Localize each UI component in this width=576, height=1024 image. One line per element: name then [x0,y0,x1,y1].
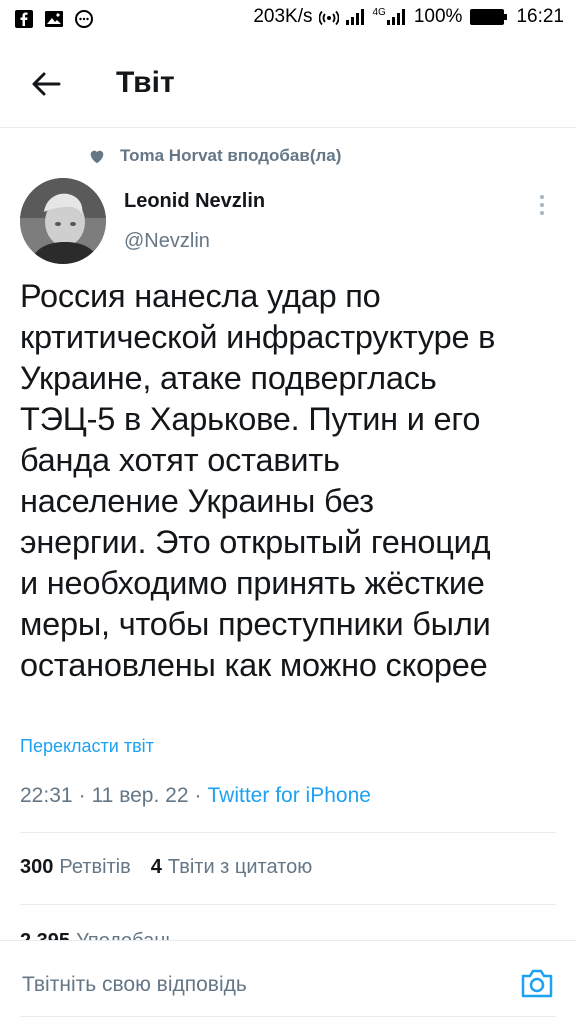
tweet-time: 22:31 [20,784,73,807]
status-bar: 203K/s 4G 100% 16:21 [0,0,576,40]
likes-label: Уподобань [76,930,176,940]
page-title: Твіт [116,66,175,99]
battery-icon [470,9,508,25]
more-dot-icon [540,211,544,215]
more-dot-icon [540,195,544,199]
notification-icons [14,9,94,29]
hotspot-icon [318,10,339,26]
top-app-bar: Твіт [0,40,576,128]
chat-icon [75,10,93,28]
tweet-meta: 22:31 · 11 вер. 22 · Twitter for iPhone [20,784,371,808]
clock: 16:21 [516,6,564,27]
network-speed: 203K/s [253,6,313,27]
likes-count: 2 395 [20,930,70,940]
reply-bar: Твітніть свою відповідь [0,940,576,1024]
reply-input[interactable]: Твітніть свою відповідь [22,973,247,997]
bottom-divider [20,1016,556,1017]
avatar-photo [20,178,106,264]
back-button[interactable] [28,66,64,102]
likes-stat[interactable]: 2 395 Уподобань [20,922,320,940]
retweets-count: 300 [20,856,54,878]
tweet-source-link[interactable]: Twitter for iPhone [208,784,371,808]
more-options-button[interactable] [530,192,554,218]
retweets-label: Ретвітів [59,856,131,878]
liked-by-text: Toma Horvat вподобав(ла) [120,146,342,165]
signal-icon [345,9,364,25]
arrow-left-icon [32,72,61,96]
meta-separator: · [194,784,202,807]
author-handle[interactable]: @Nevzlin [124,230,210,253]
signal-4g-icon: 4G [373,8,408,26]
image-icon [45,11,63,27]
battery-percent: 100% [413,6,463,27]
camera-icon [521,969,553,998]
engagement-stats: 300 Ретвітів 4 Твіти з цитатою [20,856,312,879]
avatar[interactable] [20,178,106,264]
retweets-stat[interactable]: 300 Ретвітів [20,856,131,879]
author-name[interactable]: Leonid Nevzlin [124,190,265,213]
camera-button[interactable] [520,967,554,999]
quotes-label: Твіти з цитатою [167,856,313,878]
divider [20,904,556,905]
quotes-stat[interactable]: 4 Твіти з цитатою [151,856,312,879]
tweet-text: Россия нанесла удар по кртитической инфр… [20,278,496,683]
system-status: 203K/s 4G 100% 16:21 [253,6,564,28]
translate-tweet-link[interactable]: Перекласти твіт [20,736,154,757]
tweet-date: 11 вер. 22 [91,784,189,807]
meta-separator: · [78,784,86,807]
heart-icon [90,150,104,164]
facebook-icon [15,10,33,28]
social-context[interactable]: Toma Horvat вподобав(ла) [88,146,341,166]
more-dot-icon [540,203,544,207]
divider [20,832,556,833]
quotes-count: 4 [150,856,162,878]
